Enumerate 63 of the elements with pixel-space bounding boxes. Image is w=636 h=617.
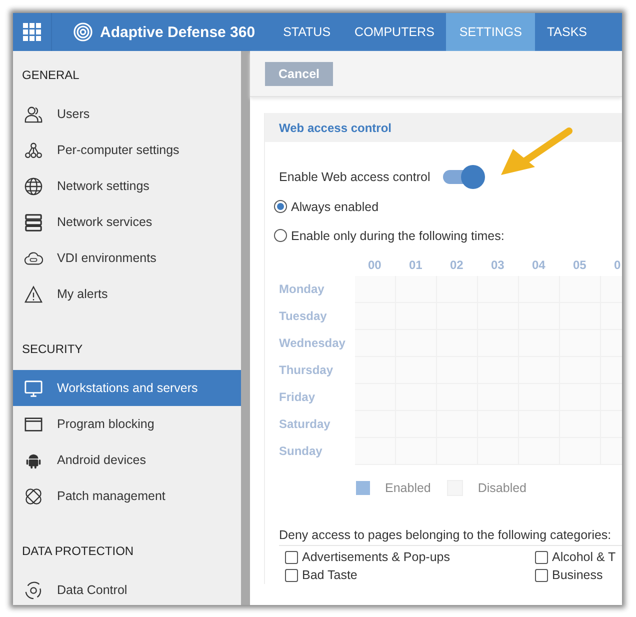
checkbox[interactable] xyxy=(285,568,298,582)
radio-option[interactable]: Enable only during the following times: xyxy=(274,221,622,250)
warning-icon xyxy=(24,284,43,304)
enable-label: Enable Web access control xyxy=(279,170,432,184)
monitor-icon xyxy=(24,378,43,398)
section-title: SECURITY xyxy=(21,341,84,358)
app-title: Adaptive Defense 360 xyxy=(100,24,256,40)
radio-button[interactable] xyxy=(274,229,287,242)
sidebar-item[interactable]: Program blocking xyxy=(13,406,241,442)
day-label: Tuesday xyxy=(279,308,328,325)
sidebar-item[interactable]: My alerts xyxy=(13,276,241,312)
sidebar-item[interactable]: Patch management xyxy=(13,478,241,514)
checkbox[interactable] xyxy=(535,550,548,564)
hour-label: 05 xyxy=(572,258,588,274)
radio-label: Always enabled xyxy=(291,200,379,214)
day-label: Saturday xyxy=(279,416,332,433)
window-icon xyxy=(24,414,43,434)
categories-label: Deny access to pages belonging to the following categories: xyxy=(279,528,622,546)
legend-swatch xyxy=(356,481,370,495)
sidebar-item[interactable]: Android devices xyxy=(13,442,241,478)
section-title: GENERAL xyxy=(21,67,80,84)
nodes-icon xyxy=(24,140,43,160)
hour-label: 03 xyxy=(490,258,506,274)
nav-tab[interactable]: COMPUTERS xyxy=(342,13,446,51)
globe-icon xyxy=(24,176,43,196)
checkbox-label: Bad Taste xyxy=(302,568,358,582)
toggle-switch[interactable] xyxy=(441,165,485,189)
day-label: Thursday xyxy=(279,362,334,379)
bandage-icon xyxy=(24,486,43,506)
checkbox-label: Business xyxy=(552,568,603,582)
sidebar-item[interactable]: Network settings xyxy=(13,168,241,204)
radio-button[interactable] xyxy=(274,200,287,213)
server-icon xyxy=(24,212,43,232)
checkbox-label: Alcohol & T xyxy=(552,550,616,564)
day-label: Friday xyxy=(279,389,316,406)
radio-label: Enable only during the following times: xyxy=(291,228,504,242)
checkbox[interactable] xyxy=(285,550,298,564)
day-label: Monday xyxy=(279,281,326,298)
users-icon xyxy=(24,104,43,124)
nav-tab[interactable]: STATUS xyxy=(271,13,343,51)
sidebar-item[interactable]: Users xyxy=(13,96,241,132)
sidebar-item[interactable]: Network services xyxy=(13,204,241,240)
checkbox[interactable] xyxy=(535,568,548,582)
day-label: Wednesday xyxy=(279,335,346,352)
hour-label: 0 xyxy=(613,258,622,274)
checkbox-label: Advertisements & Pop-ups xyxy=(302,550,450,564)
legend-label: Enabled xyxy=(385,481,431,495)
nav-tab[interactable]: TASKS xyxy=(534,13,599,51)
sidebar-item[interactable]: Workstations and servers xyxy=(13,370,241,406)
sidebar-item[interactable]: Data Control xyxy=(13,572,241,605)
hour-label: 00 xyxy=(367,258,382,274)
radio-option[interactable]: Always enabled xyxy=(274,192,622,221)
legend-label: Disabled xyxy=(478,481,527,495)
hour-label: 01 xyxy=(408,258,424,274)
data-control-icon xyxy=(24,580,43,600)
logo-icon xyxy=(73,22,93,42)
hour-label: 02 xyxy=(449,258,464,274)
day-label: Sunday xyxy=(279,443,324,460)
hour-label: 04 xyxy=(531,258,546,274)
section-title: DATA PROTECTION xyxy=(21,543,135,560)
sidebar-item[interactable]: VDI environments xyxy=(13,240,241,276)
sidebar-item[interactable]: Per-computer settings xyxy=(13,132,241,168)
card-title: Web access control xyxy=(279,120,392,134)
